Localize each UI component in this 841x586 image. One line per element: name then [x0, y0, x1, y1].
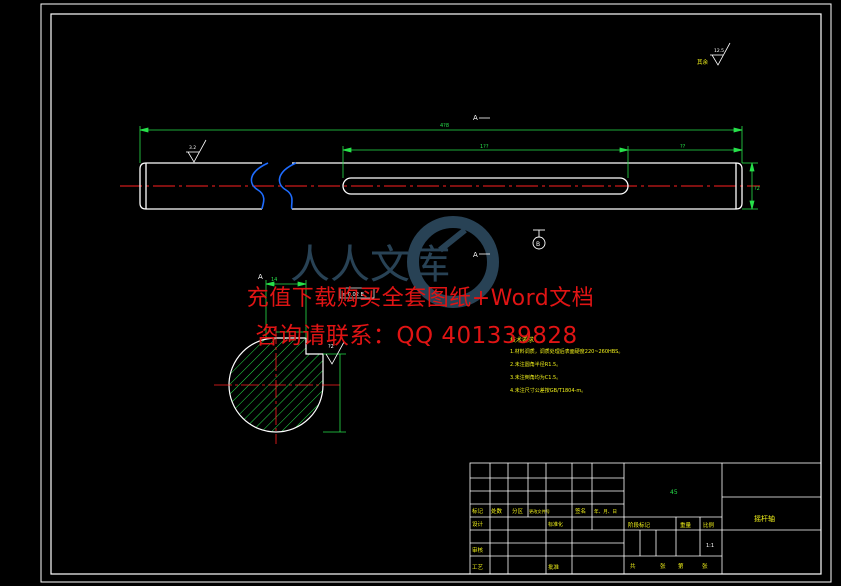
roughness-note: 其余	[697, 58, 709, 66]
roughness-general	[710, 42, 731, 66]
notes-item-4: 4.未注尺寸公差按GB/T1804-m。	[510, 387, 586, 394]
keyway-length-dim: 1??	[480, 144, 489, 150]
tb-no: 第	[678, 562, 684, 570]
tb-h-sign: 签名	[575, 507, 586, 515]
watermark-line-1: 充值下载购买全套图纸+Word文档	[246, 286, 595, 311]
roughness-shaft-value: 3.2	[189, 145, 196, 151]
dimension-lines	[139, 126, 758, 210]
section-letter-top: A	[473, 114, 478, 122]
tb-approve: 批准	[548, 563, 560, 571]
notes-item-2: 2.未注圆角半径R1.5。	[510, 361, 561, 368]
notes-item-3: 3.未注倒角均为C1.5。	[510, 374, 561, 381]
tb-process: 工艺	[472, 564, 484, 571]
tb-sheet-1: 张	[660, 562, 666, 570]
roughness-general-value: 12.5	[714, 48, 724, 54]
tb-stage: 阶段标记	[628, 521, 651, 529]
tb-h-doc: 更改文件号	[529, 508, 550, 515]
material: 45	[670, 489, 678, 496]
diameter-dim: ?2	[754, 186, 760, 192]
scale: 1:1	[706, 543, 714, 549]
tb-standard: 标准化	[548, 521, 563, 528]
tb-sheet-2: 张	[702, 562, 708, 570]
datum-b-letter: B	[536, 241, 540, 248]
tb-h-date: 年、月、日	[594, 508, 617, 515]
part-name: 摇杆轴	[754, 514, 775, 523]
right-segment-dim: ??	[680, 144, 686, 150]
tb-design: 设计	[472, 520, 484, 528]
roughness-shaft	[186, 139, 207, 163]
tb-weight: 重量	[680, 521, 692, 529]
tb-review: 审核	[472, 546, 484, 554]
section-letter-right: A	[473, 251, 478, 259]
overall-length-dim: 4?8	[440, 123, 449, 129]
tb-h-zone: 分区	[512, 507, 524, 515]
tb-h-mark: 标记	[472, 507, 484, 515]
tb-ratio: 比例	[703, 521, 715, 529]
watermark-line-2: 咨询请联系：QQ 401339828	[255, 323, 578, 349]
tb-h-count: 处数	[491, 507, 503, 515]
tb-total: 共	[630, 562, 636, 570]
